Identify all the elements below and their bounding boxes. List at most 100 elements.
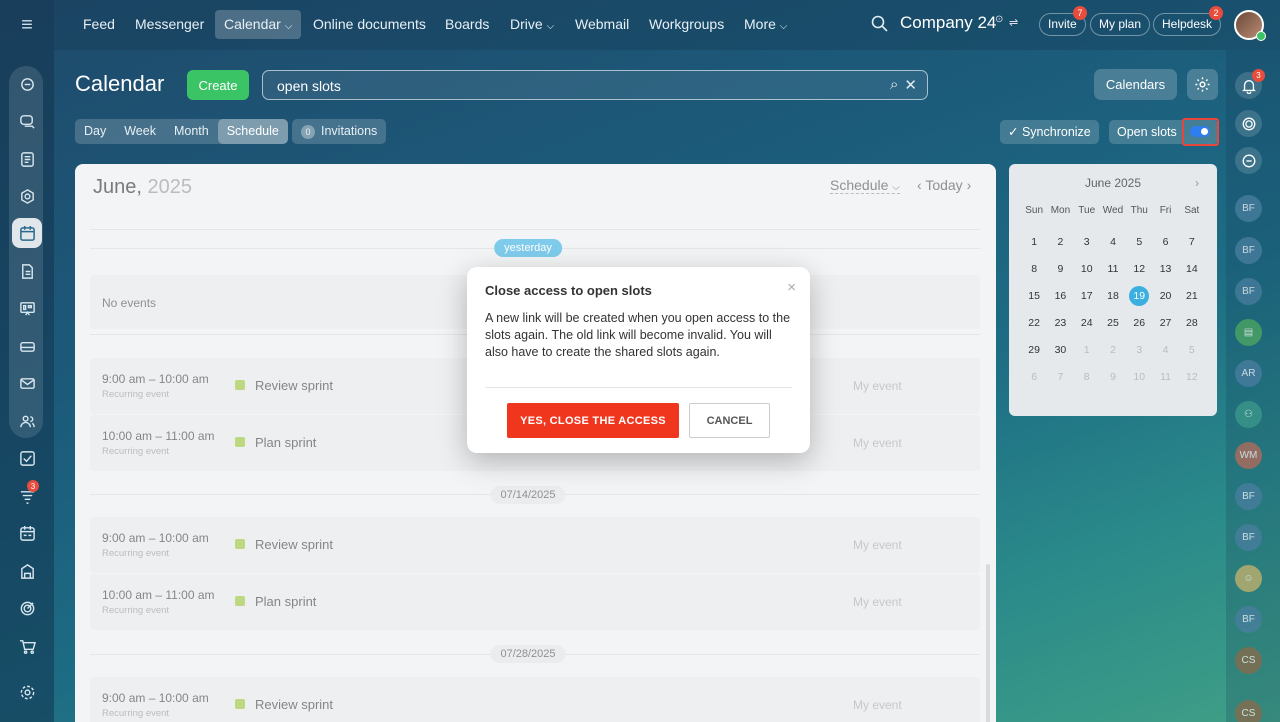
tab-week[interactable]: Week (115, 119, 165, 144)
calendar-day[interactable]: 11 (1100, 263, 1126, 275)
calendar-day[interactable]: 5 (1126, 236, 1152, 248)
mail-icon[interactable] (12, 368, 42, 398)
calendar-day[interactable]: 22 (1021, 317, 1047, 329)
avatar[interactable]: CS (1235, 700, 1262, 722)
search-icon[interactable] (870, 14, 890, 34)
nav-calendar[interactable]: Calendar ⌵ (215, 10, 302, 39)
tab-day[interactable]: Day (75, 119, 115, 144)
cart-icon[interactable] (12, 631, 42, 661)
nav-workgroups[interactable]: Workgroups (640, 10, 733, 39)
open-slots-toggle[interactable] (1190, 126, 1210, 137)
create-button[interactable]: Create (187, 70, 249, 100)
calendar-day[interactable]: 19 (1126, 285, 1152, 306)
calendar-day[interactable]: 12 (1179, 371, 1205, 383)
avatar[interactable]: BF (1235, 278, 1262, 305)
drive-icon[interactable] (12, 331, 42, 361)
calendar-day[interactable]: 29 (1021, 344, 1047, 356)
avatar[interactable]: CS (1235, 647, 1262, 674)
nav-drive[interactable]: Drive ⌵ (501, 10, 563, 39)
calendar-day[interactable]: 1 (1021, 236, 1047, 248)
avatar[interactable]: BF (1235, 524, 1262, 551)
synchronize-button[interactable]: ✓ Synchronize (1000, 120, 1099, 144)
chat-icon[interactable] (1235, 147, 1262, 174)
calendar-day[interactable]: 4 (1100, 236, 1126, 248)
calendar-day[interactable]: 3 (1126, 344, 1152, 356)
search-input[interactable]: open slots ⌕ ✕ (262, 70, 928, 100)
calendar-day[interactable]: 17 (1074, 290, 1100, 302)
calendar-day[interactable]: 8 (1074, 371, 1100, 383)
calendar-day[interactable]: 24 (1074, 317, 1100, 329)
calendar-day[interactable]: 10 (1074, 263, 1100, 275)
avatar[interactable]: BF (1235, 483, 1262, 510)
nav-messenger[interactable]: Messenger (126, 10, 213, 39)
calendar-day[interactable]: 27 (1152, 317, 1178, 329)
target-icon[interactable] (12, 593, 42, 623)
nav-feed[interactable]: Feed (74, 10, 124, 39)
calendar-day[interactable]: 30 (1047, 344, 1073, 356)
close-icon[interactable]: × (787, 279, 796, 296)
avatar[interactable]: BF (1235, 237, 1262, 264)
calendar-day[interactable]: 6 (1152, 236, 1178, 248)
document-icon[interactable] (12, 256, 42, 286)
avatar[interactable]: BF (1235, 606, 1262, 633)
calendar-day[interactable]: 8 (1021, 263, 1047, 275)
photo-icon[interactable]: ☺ (1235, 565, 1262, 592)
calendar-day[interactable]: 7 (1179, 236, 1205, 248)
calendar-day[interactable]: 15 (1021, 290, 1047, 302)
avatar[interactable]: AR (1235, 360, 1262, 387)
calendar-day[interactable]: 7 (1047, 371, 1073, 383)
calendar-day[interactable]: 9 (1047, 263, 1073, 275)
tab-schedule[interactable]: Schedule (217, 119, 288, 144)
calendars-button[interactable]: Calendars (1094, 69, 1177, 100)
calendar-day[interactable]: 12 (1126, 263, 1152, 275)
chat-icon[interactable]: ▤ (1235, 319, 1262, 346)
calendar-day[interactable]: 5 (1179, 344, 1205, 356)
calendar-day[interactable]: 10 (1126, 371, 1152, 383)
calendar-day[interactable]: 2 (1100, 344, 1126, 356)
calendar-day[interactable]: 21 (1179, 290, 1205, 302)
calendar-day[interactable]: 9 (1100, 371, 1126, 383)
calendar-day[interactable]: 26 (1126, 317, 1152, 329)
crm-icon[interactable] (12, 69, 42, 99)
my-plan-button[interactable]: My plan (1090, 13, 1151, 36)
chat-icon[interactable] (12, 106, 42, 136)
tasks-icon[interactable] (12, 443, 42, 473)
calendar-day[interactable]: 6 (1021, 371, 1047, 383)
calendar-day[interactable]: 28 (1179, 317, 1205, 329)
confirm-close-access-button[interactable]: YES, CLOSE THE ACCESS (507, 403, 679, 438)
clear-icon[interactable]: ✕ (904, 76, 917, 94)
calendar-day[interactable]: 1 (1074, 344, 1100, 356)
calendar-day[interactable]: 25 (1100, 317, 1126, 329)
tab-month[interactable]: Month (165, 119, 218, 144)
settings-button[interactable] (1187, 69, 1218, 100)
avatar[interactable]: WM (1235, 442, 1262, 469)
calendar-day[interactable]: 14 (1179, 263, 1205, 275)
company-name[interactable]: Company 24 (900, 13, 996, 33)
settings-gear-icon[interactable] (12, 677, 42, 707)
avatar[interactable]: BF (1235, 195, 1262, 222)
sliders-icon[interactable]: ⇌ (1009, 16, 1018, 29)
group-icon[interactable]: ⚇ (1235, 401, 1262, 428)
menu-icon[interactable]: ≡ (14, 14, 40, 36)
store-icon[interactable] (12, 556, 42, 586)
chevron-right-icon[interactable]: › (1195, 176, 1199, 190)
calendar-day[interactable]: 18 (1100, 290, 1126, 302)
calendar-icon[interactable] (12, 218, 42, 248)
calendar-day[interactable]: 16 (1047, 290, 1073, 302)
cancel-button[interactable]: CANCEL (689, 403, 770, 438)
feed-icon[interactable] (12, 144, 42, 174)
board-icon[interactable] (12, 293, 42, 323)
calendar-day[interactable]: 2 (1047, 236, 1073, 248)
search-icon[interactable]: ⌕ (890, 76, 898, 94)
hexagon-icon[interactable] (12, 181, 42, 211)
calendar-day[interactable]: 4 (1152, 344, 1178, 356)
schedule-icon[interactable] (12, 518, 42, 548)
spiral-icon[interactable] (1235, 110, 1262, 137)
calendar-day[interactable]: 20 (1152, 290, 1178, 302)
users-icon[interactable] (12, 406, 42, 436)
calendar-day[interactable]: 11 (1152, 371, 1178, 383)
calendar-day[interactable]: 23 (1047, 317, 1073, 329)
nav-boards[interactable]: Boards (436, 10, 498, 39)
nav-webmail[interactable]: Webmail (566, 10, 638, 39)
calendar-day[interactable]: 13 (1152, 263, 1178, 275)
